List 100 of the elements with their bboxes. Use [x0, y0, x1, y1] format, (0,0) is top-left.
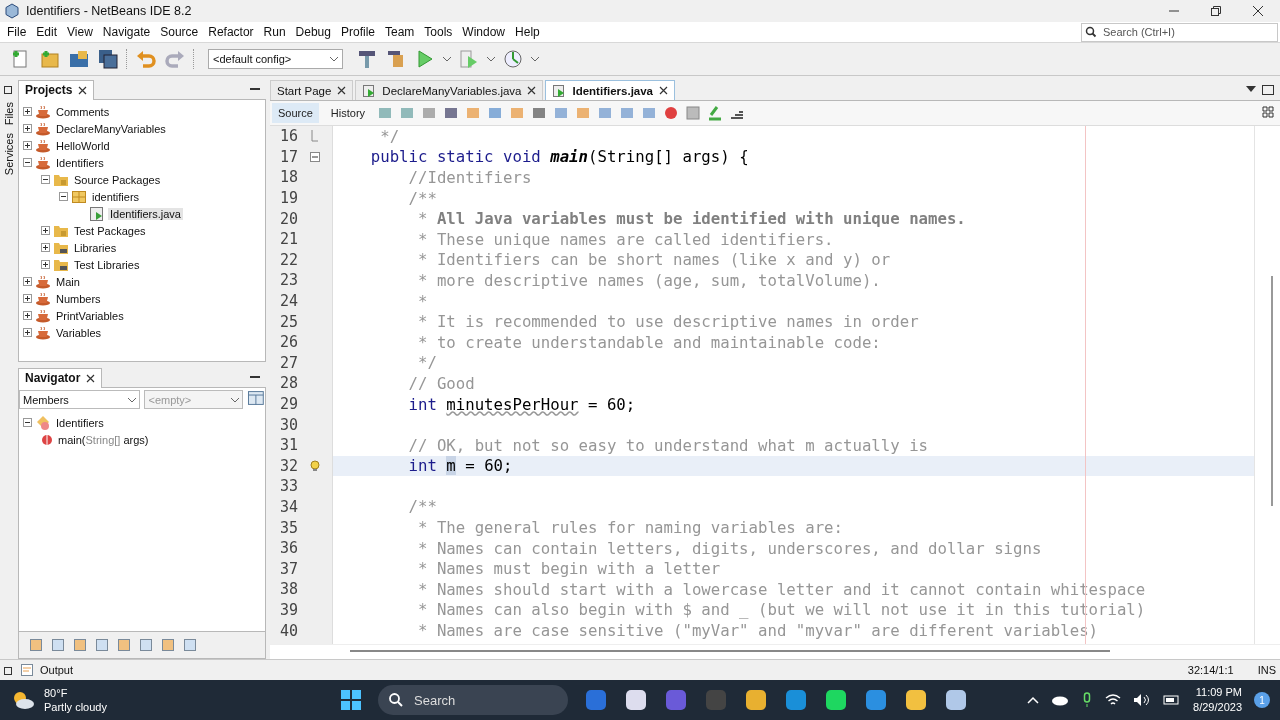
fold-icon[interactable] [310, 151, 320, 162]
search-box[interactable]: Search (Ctrl+I) [1081, 22, 1278, 42]
tree-item[interactable]: identifiers [59, 188, 265, 205]
expand-icon[interactable] [23, 311, 32, 320]
collapse-icon[interactable] [23, 158, 32, 167]
menu-item[interactable]: Profile [336, 25, 380, 39]
expand-icon[interactable] [23, 107, 32, 116]
editor-tool-icon[interactable] [531, 105, 548, 121]
collapse-icon[interactable] [41, 175, 50, 184]
close-icon[interactable] [86, 373, 96, 383]
close-icon[interactable] [1252, 5, 1264, 17]
tree-item[interactable]: DeclareManyVariables [23, 120, 265, 137]
menu-item[interactable]: Source [155, 25, 204, 39]
side-tab[interactable]: Files [3, 102, 15, 126]
caret-icon [531, 56, 539, 62]
profile-icon[interactable] [502, 48, 524, 70]
config-dropdown[interactable]: <default config> [208, 49, 343, 69]
close-icon[interactable] [78, 85, 88, 95]
save-all-icon[interactable] [97, 48, 119, 70]
output-icon [20, 663, 34, 677]
collapse-icon[interactable] [59, 192, 68, 201]
panel-icon[interactable] [247, 390, 265, 406]
tree-item[interactable]: Libraries [41, 239, 265, 256]
tree-item[interactable]: Test Libraries [41, 256, 265, 273]
menu-item[interactable]: Tools [419, 25, 458, 39]
speaker-icon[interactable] [1133, 693, 1152, 707]
output-tab[interactable]: Output [40, 664, 74, 676]
view-tab[interactable]: Source [272, 103, 319, 123]
hammer-icon[interactable] [356, 48, 378, 70]
expand-icon[interactable] [23, 141, 32, 150]
battery-icon[interactable] [1163, 694, 1182, 706]
tree-item[interactable]: Numbers [23, 290, 265, 307]
menu-item[interactable]: View [62, 25, 98, 39]
lightbulb-icon[interactable] [310, 459, 320, 472]
menu-item[interactable]: File [2, 25, 32, 39]
menu-item[interactable]: Help [510, 25, 545, 39]
tree-item[interactable]: Comments [23, 103, 265, 120]
view-tab[interactable]: History [324, 103, 372, 123]
taskbar-app-icon[interactable] [744, 688, 768, 712]
clock-time[interactable]: 11:09 PM [1195, 685, 1242, 700]
tree-item[interactable]: Test Packages [41, 222, 265, 239]
grid-icon[interactable] [1262, 105, 1274, 118]
maximize-icon[interactable] [1262, 85, 1274, 95]
search-field[interactable]: Search (Ctrl+I) [1103, 26, 1253, 38]
open-folder-icon[interactable] [68, 48, 90, 70]
panel-tab[interactable]: Navigator [18, 367, 103, 388]
menu-item[interactable]: Team [380, 25, 420, 39]
expand-icon[interactable] [23, 277, 32, 286]
wifi-icon[interactable] [1105, 693, 1122, 707]
menu-item[interactable]: Navigate [97, 25, 156, 39]
cloud-icon[interactable] [1051, 694, 1070, 706]
caret-icon [128, 396, 137, 403]
expand-icon[interactable] [23, 294, 32, 303]
editor-tab[interactable]: Start Page [270, 80, 354, 100]
restore-window-icon[interactable] [4, 84, 14, 94]
panel-tab[interactable]: Projects [18, 79, 95, 100]
expand-icon[interactable] [41, 226, 50, 235]
menu-item[interactable]: Refactor [203, 25, 259, 39]
clock-date[interactable]: 8/29/2023 [1193, 700, 1242, 715]
members-dropdown[interactable]: Members [19, 390, 141, 409]
tree-item[interactable]: Identifiers.java [77, 205, 265, 222]
taskbar-app-icon[interactable] [904, 688, 928, 712]
tree-item[interactable]: PrintVariables [23, 307, 265, 324]
menu-item[interactable]: Run [258, 25, 291, 39]
expand-icon[interactable] [41, 243, 50, 252]
expand-icon[interactable] [23, 124, 32, 133]
close-icon[interactable] [337, 86, 347, 95]
tree-item[interactable]: Variables [23, 324, 265, 341]
taskbar-app-icon[interactable] [624, 688, 648, 712]
close-icon[interactable] [659, 86, 669, 95]
chevron-up-icon[interactable] [1027, 696, 1040, 704]
close-icon[interactable] [527, 86, 537, 95]
expand-icon[interactable] [41, 260, 50, 269]
line-number: 39 [278, 600, 298, 619]
editor-tab[interactable]: DeclareManyVariables.java [355, 80, 544, 100]
start-icon[interactable] [340, 689, 362, 711]
side-tab[interactable]: Services [3, 133, 15, 176]
menu-item[interactable]: Debug [290, 25, 336, 39]
record-icon[interactable] [663, 105, 680, 121]
horizontal-scrollbar[interactable] [270, 644, 1280, 659]
taskbar-search[interactable]: Search [378, 685, 568, 715]
new-project-icon[interactable] [39, 48, 61, 70]
tree-item[interactable]: Identifiers [23, 414, 265, 431]
tree-item[interactable]: Main [23, 273, 265, 290]
tree-item[interactable]: Source Packages [41, 171, 265, 188]
menu-item[interactable]: Window [457, 25, 511, 39]
collapse-icon[interactable] [23, 418, 32, 427]
restore-window-icon[interactable] [4, 665, 14, 675]
tree-item[interactable]: main(String[] args) [41, 431, 265, 448]
taskbar-app-icon[interactable] [824, 688, 848, 712]
restore-icon[interactable] [1210, 5, 1222, 17]
menu-item[interactable]: Edit [31, 25, 63, 39]
expand-icon[interactable] [23, 328, 32, 337]
editor-tab[interactable]: Identifiers.java [545, 80, 676, 100]
editor-tool-icon[interactable] [443, 105, 460, 121]
tree-item[interactable]: HelloWorld [23, 137, 265, 154]
taskbar-app-icon[interactable] [944, 688, 968, 712]
java-file-icon [552, 83, 567, 98]
tree-item[interactable]: Identifiers [23, 154, 265, 171]
dropdown-icon[interactable] [1246, 85, 1256, 93]
